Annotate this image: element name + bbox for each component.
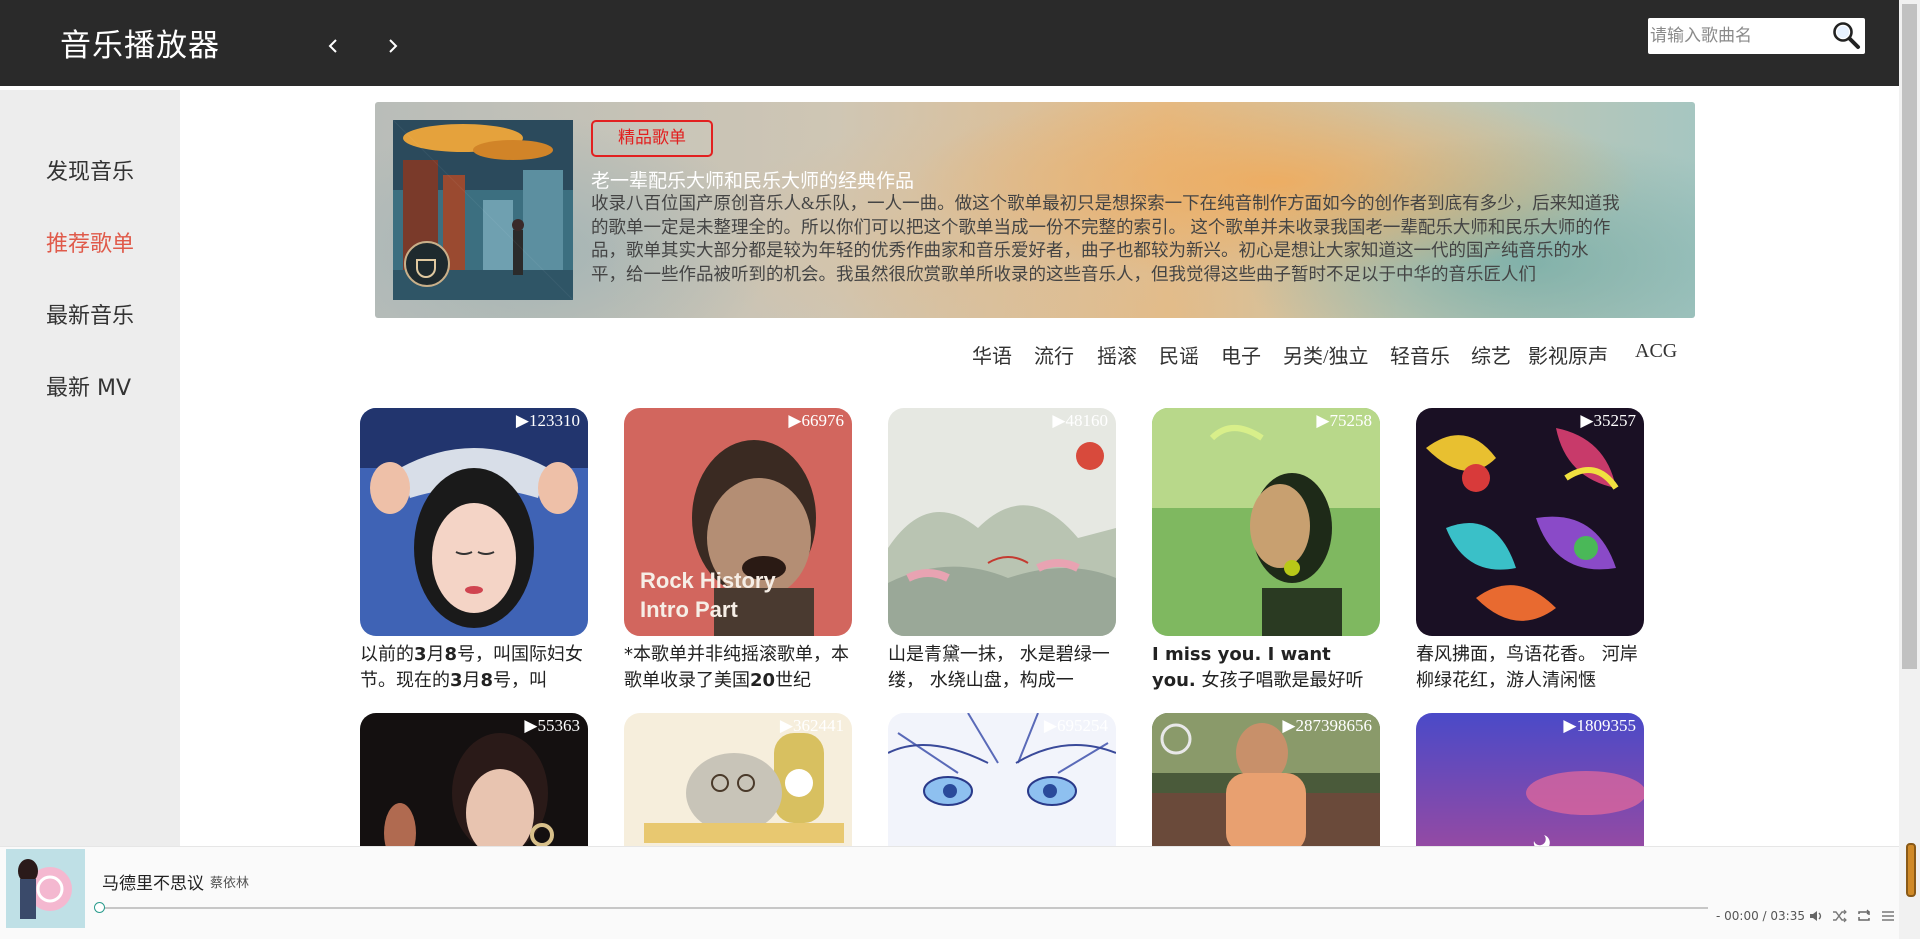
category-acg[interactable]: ACG <box>1635 340 1677 363</box>
category-indie[interactable]: 另类/独立 <box>1283 340 1369 369</box>
category-light-music[interactable]: 轻音乐 <box>1390 340 1450 369</box>
play-count: ▶48160 <box>1052 411 1108 430</box>
banner-title: 老一辈配乐大师和民乐大师的经典作品 <box>591 171 915 192</box>
category-rock[interactable]: 摇滚 <box>1097 340 1137 369</box>
app-title: 音乐播放器 <box>60 28 220 64</box>
banner-cover-image[interactable] <box>393 120 573 300</box>
repeat-button[interactable] <box>1856 908 1872 924</box>
repeat-icon <box>1858 909 1870 921</box>
sidebar-item-new-music[interactable]: 最新音乐 <box>46 298 134 330</box>
playlist-cover[interactable]: ▶66976 Rock History Intro Part <box>624 408 852 636</box>
featured-banner[interactable]: 精品歌单 老一辈配乐大师和民乐大师的经典作品 收录八百位国产原创音乐人&乐队，一… <box>375 102 1695 318</box>
sidebar-item-playlists[interactable]: 推荐歌单 <box>46 226 134 258</box>
category-electronic[interactable]: 电子 <box>1221 340 1261 369</box>
playlist-description[interactable]: 春风拂面，鸟语花香。 河岸柳绿花红，游人清闲惬 <box>1416 642 1644 694</box>
time-display: - 00:00 / 03:35 <box>1716 909 1805 923</box>
cover-text: Rock History Intro Part <box>640 568 776 622</box>
playlist-description[interactable]: I miss you. I want you. 女孩子唱歌是最好听 <box>1152 642 1380 694</box>
play-count: ▶55363 <box>524 716 580 735</box>
song-title: 马德里不思议 <box>102 874 204 894</box>
sidebar-item-discover[interactable]: 发现音乐 <box>46 154 134 186</box>
search-input[interactable] <box>1650 21 1826 51</box>
magnifier-icon <box>1833 22 1860 49</box>
play-count: ▶1809355 <box>1563 716 1636 735</box>
playlist-description[interactable]: 山是青黛一抹， 水是碧绿一缕， 水绕山盘，构成一 <box>888 642 1116 694</box>
playlist-description[interactable]: 以前的3月8号，叫国际妇女节。现在的3月8号，叫 <box>360 642 588 694</box>
player-scroll-handle[interactable] <box>1906 843 1916 897</box>
progress-handle[interactable] <box>94 902 105 913</box>
play-count: ▶362441 <box>779 716 844 735</box>
player-bar: 马德里不思议 蔡依林 - 00:00 / 03:35 <box>0 846 1899 939</box>
category-pop[interactable]: 流行 <box>1034 340 1074 369</box>
play-count: ▶66976 <box>788 411 844 430</box>
back-button[interactable] <box>322 32 344 60</box>
forward-button[interactable] <box>382 32 404 60</box>
category-soundtrack[interactable]: 影视原声 <box>1528 340 1608 369</box>
playlist-description[interactable]: *本歌单并非纯摇滚歌单，本歌单收录了美国20世纪 <box>624 642 852 694</box>
sidebar-item-mv[interactable]: 最新 MV <box>46 370 131 402</box>
play-count: ▶75258 <box>1316 411 1372 430</box>
category-folk[interactable]: 民谣 <box>1159 340 1199 369</box>
play-count: ▶287398656 <box>1282 716 1372 735</box>
shuffle-button[interactable] <box>1832 908 1848 924</box>
now-playing-cover[interactable] <box>6 849 85 928</box>
volume-icon <box>1810 911 1822 921</box>
scrollbar-thumb[interactable] <box>1902 4 1917 669</box>
banner-description: 收录八百位国产原创音乐人&乐队，一人一曲。做这个歌单最初只是想探索一下在纯音制作… <box>591 193 1620 284</box>
chevron-right-icon <box>389 39 398 53</box>
play-count: ▶123310 <box>515 411 580 430</box>
play-count: ▶35257 <box>1580 411 1636 430</box>
shuffle-icon <box>1833 909 1847 923</box>
playlist-cover[interactable]: ▶75258 <box>1152 408 1380 636</box>
page-scrollbar[interactable] <box>1899 0 1920 939</box>
play-count: ▶695254 <box>1043 716 1108 735</box>
search-box <box>1648 18 1865 54</box>
song-artist: 蔡依林 <box>210 876 250 891</box>
search-button[interactable] <box>1830 20 1862 52</box>
playlist-cover[interactable]: ▶35257 <box>1416 408 1644 636</box>
playlist-cover[interactable]: ▶123310 <box>360 408 588 636</box>
progress-bar[interactable] <box>94 902 1708 913</box>
category-variety[interactable]: 综艺 <box>1471 340 1511 369</box>
playlist-cover[interactable]: ▶48160 <box>888 408 1116 636</box>
sidebar: 发现音乐 推荐歌单 最新音乐 最新 MV <box>0 90 180 846</box>
banner-tag-button[interactable]: 精品歌单 <box>591 120 713 157</box>
category-chinese[interactable]: 华语 <box>972 340 1012 369</box>
playlist-button[interactable] <box>1880 908 1896 924</box>
top-bar: 音乐播放器 <box>0 0 1899 86</box>
playlist-icon <box>1882 911 1894 921</box>
category-bar: 华语 流行 摇滚 民谣 电子 另类/独立 轻音乐 综艺 影视原声 ACG <box>0 340 1920 370</box>
chevron-left-icon <box>328 39 337 53</box>
volume-button[interactable] <box>1808 908 1824 924</box>
